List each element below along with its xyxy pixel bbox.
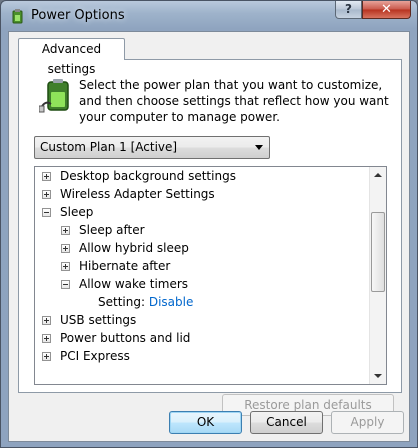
power-options-icon <box>12 9 23 24</box>
expand-icon[interactable] <box>61 226 70 235</box>
expand-icon[interactable] <box>42 352 51 361</box>
collapse-icon[interactable] <box>42 208 51 217</box>
close-icon: ✕ <box>381 2 392 17</box>
apply-button[interactable]: Apply <box>331 411 404 434</box>
scroll-up-button[interactable] <box>370 167 386 184</box>
tab-advanced-settings[interactable]: Advanced settings <box>18 38 125 76</box>
help-button[interactable]: ? <box>335 1 362 19</box>
expand-icon[interactable] <box>42 316 51 325</box>
title-bar[interactable]: Power Options ? ✕ <box>1 1 417 31</box>
power-plan-dropdown[interactable]: Custom Plan 1 [Active] <box>34 136 270 159</box>
expand-icon[interactable] <box>42 172 51 181</box>
settings-tree[interactable]: Desktop background settings Wireless Ada… <box>34 166 387 385</box>
expand-icon[interactable] <box>61 244 70 253</box>
tree-scrollbar[interactable] <box>369 167 386 384</box>
ok-button[interactable]: OK <box>169 411 242 434</box>
tree-item-setting[interactable]: Setting: Disable <box>98 293 193 311</box>
setting-value-link[interactable]: Disable <box>149 295 194 309</box>
close-button[interactable]: ✕ <box>362 1 411 19</box>
advanced-settings-panel: Select the power plan that you want to c… <box>18 59 402 416</box>
scroll-down-button[interactable] <box>370 367 386 384</box>
dropdown-arrow-icon <box>255 145 263 150</box>
dialog-client-area: Advanced settings Select the power plan … <box>8 31 410 442</box>
window-title: Power Options <box>31 8 125 23</box>
power-plan-value: Custom Plan 1 [Active] <box>40 140 178 154</box>
scroll-down-icon <box>374 374 382 378</box>
power-options-window: Power Options ? ✕ Advanced settings Sele… <box>0 0 418 448</box>
expand-icon[interactable] <box>42 190 51 199</box>
cancel-button[interactable]: Cancel <box>250 411 323 434</box>
expand-icon[interactable] <box>61 262 70 271</box>
battery-plug-icon <box>39 79 69 113</box>
setting-label: Setting: <box>98 295 146 309</box>
collapse-icon[interactable] <box>61 280 70 289</box>
settings-tree-content: Desktop background settings Wireless Ada… <box>35 167 369 384</box>
scroll-up-icon <box>374 173 382 177</box>
instruction-text: Select the power plan that you want to c… <box>79 78 389 124</box>
expand-icon[interactable] <box>42 334 51 343</box>
scrollbar-thumb[interactable] <box>371 212 385 292</box>
help-icon: ? <box>345 2 352 16</box>
